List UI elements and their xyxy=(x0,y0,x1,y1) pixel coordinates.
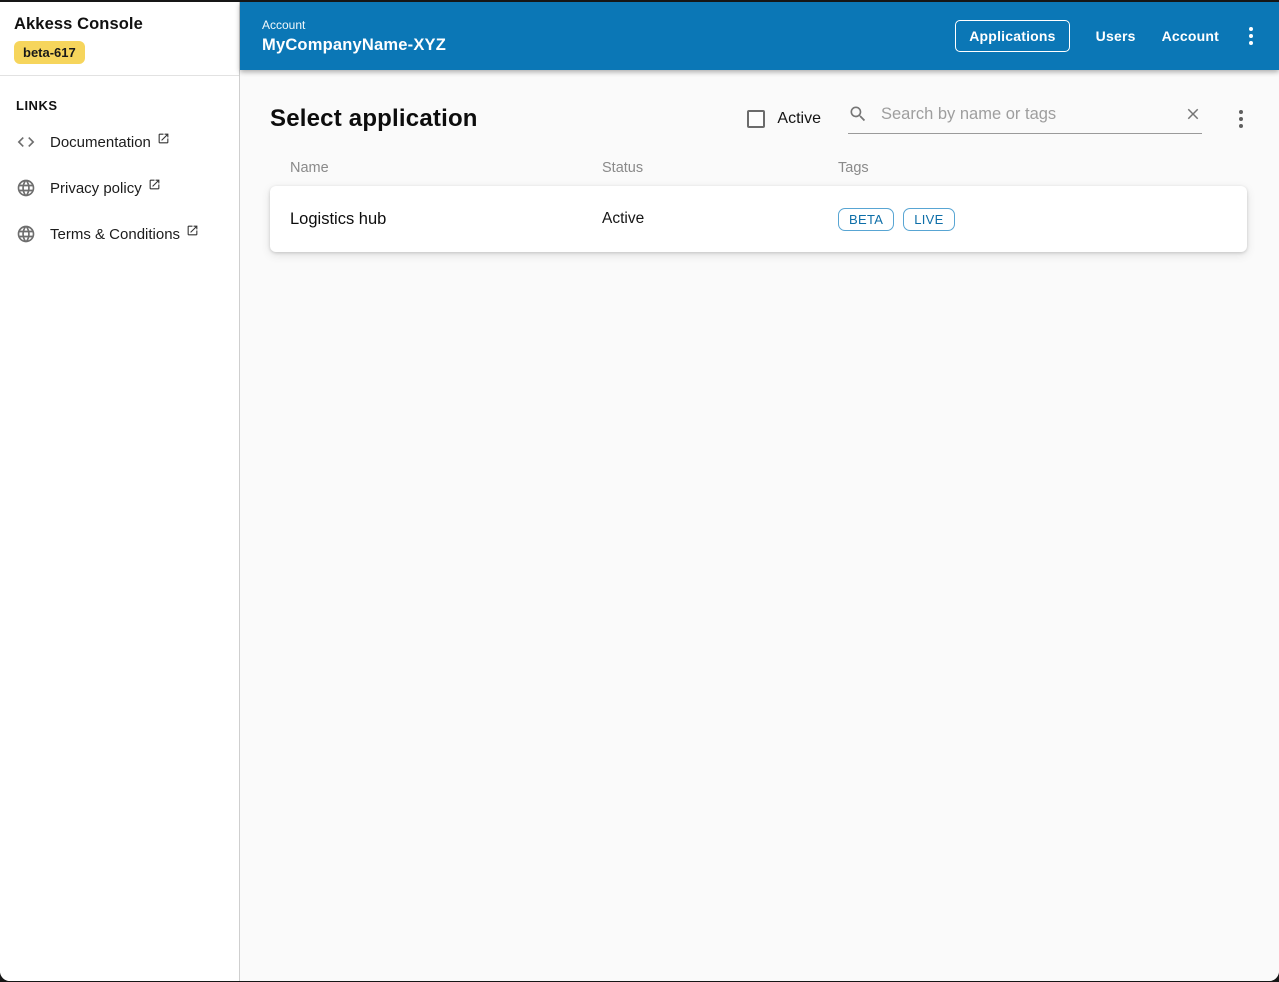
tag-chip: BETA xyxy=(838,207,895,231)
column-header-name: Name xyxy=(290,160,329,176)
globe-icon xyxy=(16,224,36,244)
sidebar-item-privacy-policy[interactable]: Privacy policy xyxy=(0,165,239,211)
external-link-icon xyxy=(186,224,199,237)
appbar-account-block: Account MyCompanyName-XYZ xyxy=(262,18,446,55)
application-tags: BETA LIVE xyxy=(838,207,1247,231)
search-field xyxy=(848,104,1202,134)
external-link-icon xyxy=(148,178,161,191)
version-badge: beta-617 xyxy=(14,41,85,64)
sidebar-item-terms-conditions[interactable]: Terms & Conditions xyxy=(0,211,239,257)
content-column: Account MyCompanyName-XYZ Applications U… xyxy=(240,2,1279,981)
appbar-nav: Applications Users Account xyxy=(955,20,1257,52)
links-section-header: LINKS xyxy=(16,98,58,113)
search-input[interactable] xyxy=(881,104,1184,124)
main-content: Select application Active Search by name… xyxy=(240,70,1279,981)
column-header-tags: Tags xyxy=(838,160,869,176)
sidebar: Akkess Console beta-617 LINKS Documentat… xyxy=(0,2,240,981)
appbar: Account MyCompanyName-XYZ Applications U… xyxy=(240,2,1279,70)
sidebar-item-label: Documentation xyxy=(50,133,151,151)
applications-table: Name Status Tags Logistics hub Active BE… xyxy=(270,160,1247,252)
sidebar-item-label: Privacy policy xyxy=(50,179,142,197)
app-title: Akkess Console xyxy=(14,15,143,33)
clear-search-icon[interactable] xyxy=(1184,105,1202,123)
application-status: Active xyxy=(602,210,645,227)
table-row[interactable]: Logistics hub Active BETA LIVE xyxy=(270,186,1247,252)
nav-users-link[interactable]: Users xyxy=(1096,28,1136,44)
search-icon xyxy=(848,104,868,124)
nav-account-link[interactable]: Account xyxy=(1162,28,1219,44)
appbar-more-options-icon[interactable] xyxy=(1245,23,1257,49)
app-window: Akkess Console beta-617 LINKS Documentat… xyxy=(0,2,1279,981)
sidebar-item-documentation[interactable]: Documentation xyxy=(0,119,239,165)
tag-chip: LIVE xyxy=(903,207,955,231)
appbar-overline: Account xyxy=(262,17,306,32)
nav-applications-button[interactable]: Applications xyxy=(955,20,1070,52)
table-header-row: Name Status Tags xyxy=(270,160,1247,186)
active-filter-checkbox[interactable] xyxy=(747,110,766,128)
toolbar: Select application Active xyxy=(270,104,1247,134)
appbar-account-name: MyCompanyName-XYZ xyxy=(262,35,447,54)
toolbar-controls: Active xyxy=(747,104,1247,134)
code-icon xyxy=(16,132,36,152)
active-filter-label: Active xyxy=(777,110,821,127)
list-options-icon[interactable] xyxy=(1235,106,1247,132)
sidebar-header: Akkess Console beta-617 xyxy=(0,2,239,76)
sidebar-item-label: Terms & Conditions xyxy=(50,225,181,243)
application-name: Logistics hub xyxy=(290,209,387,228)
globe-icon xyxy=(16,178,36,198)
page-title: Select application xyxy=(270,105,478,132)
column-header-status: Status xyxy=(602,160,644,176)
external-link-icon xyxy=(157,132,170,145)
